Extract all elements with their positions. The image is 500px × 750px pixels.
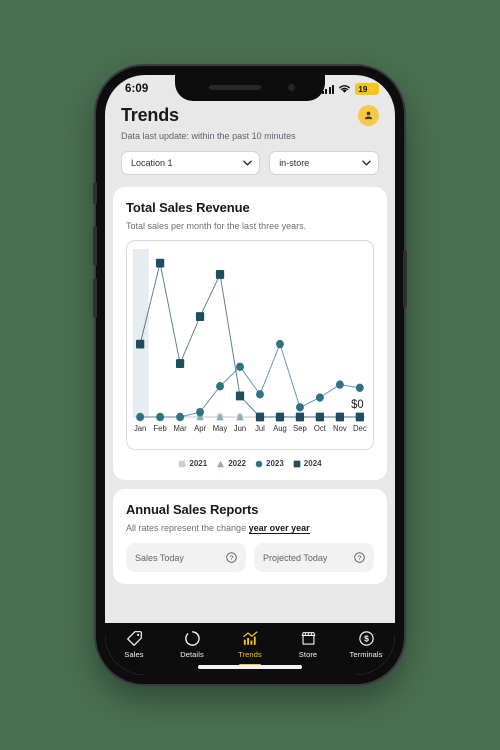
bottom-tab-bar: Sales Details Trends Store $ Terminals: [105, 623, 395, 675]
channel-select[interactable]: in-store: [269, 151, 379, 175]
revenue-chart-svg: $0 Jan Feb Mar Apr May Jun Jul Aug Sep Oct Nov Dec: [132, 249, 367, 433]
legend-label-2022: 2022: [228, 459, 246, 468]
volume-up-button[interactable]: [93, 226, 97, 266]
svg-text:Jul: Jul: [255, 424, 265, 433]
battery-level-label: 19: [358, 84, 368, 94]
svg-text:Apr: Apr: [194, 424, 206, 433]
tab-details[interactable]: Details: [163, 630, 221, 659]
tab-trends-label: Trends: [238, 650, 262, 659]
annual-tile-row: Sales Today ? Projected Today ?: [126, 543, 374, 572]
header-row: Trends: [121, 105, 379, 126]
page-title: Trends: [121, 105, 179, 125]
page-header: Trends Data last update: within the past…: [105, 103, 395, 141]
bar-chart-trend-icon: [242, 631, 258, 645]
chart-legend: 2021 2022 2023 2024: [126, 459, 374, 468]
person-glyph: [364, 111, 373, 120]
legend-item-2024[interactable]: 2024: [293, 459, 322, 468]
svg-text:Jan: Jan: [134, 424, 146, 433]
tab-sales[interactable]: Sales: [105, 630, 163, 659]
tile-projected-today[interactable]: Projected Today ?: [254, 543, 374, 572]
silent-switch[interactable]: [93, 182, 97, 204]
app-container: 6:09 19 ⚡ Trends Data last update: withi…: [105, 75, 395, 675]
volume-down-button[interactable]: [93, 278, 97, 318]
svg-text:$: $: [364, 634, 369, 644]
scroll-spacer: [105, 584, 395, 602]
svg-text:Feb: Feb: [153, 424, 167, 433]
location-select[interactable]: Location 1: [121, 151, 261, 175]
tile-sales-today[interactable]: Sales Today ?: [126, 543, 246, 572]
svg-text:Mar: Mar: [173, 424, 187, 433]
annual-subtitle-prefix: All rates represent the change: [126, 523, 249, 533]
channel-select-value: in-store: [279, 158, 310, 168]
dollar-circle-icon: $: [358, 631, 374, 646]
chevron-down-icon: [243, 160, 252, 166]
revenue-chart[interactable]: $0 Jan Feb Mar Apr May Jun Jul Aug Sep Oct Nov Dec: [126, 240, 374, 450]
legend-label-2021: 2021: [189, 459, 208, 468]
scroll-area[interactable]: Trends Data last update: within the past…: [105, 103, 395, 623]
legend-item-2023[interactable]: 2023: [255, 459, 284, 468]
legend-label-2024: 2024: [303, 459, 322, 468]
phone-device-frame: 6:09 19 ⚡ Trends Data last update: withi…: [93, 66, 407, 684]
tile-projected-today-label: Projected Today: [263, 552, 328, 563]
annual-card-title: Annual Sales Reports: [126, 502, 259, 517]
svg-text:Sep: Sep: [293, 424, 307, 433]
revenue-card-subtitle: Total sales per month for the last three…: [126, 221, 307, 231]
legend-marker-circle-icon: [255, 460, 263, 467]
svg-text:?: ?: [358, 555, 362, 562]
legend-marker-triangle-icon: [217, 460, 225, 467]
tab-details-label: Details: [180, 650, 204, 659]
legend-item-2021[interactable]: 2021: [178, 459, 207, 468]
svg-text:?: ?: [230, 555, 234, 562]
screenshot-root: 6:09 19 ⚡ Trends Data last update: withi…: [0, 0, 500, 750]
power-button[interactable]: [403, 250, 407, 308]
tab-terminals[interactable]: $ Terminals: [337, 630, 395, 659]
legend-label-2023: 2023: [266, 459, 284, 468]
wifi-icon: [339, 85, 351, 93]
battery-bolt-glyph: ⚡: [367, 86, 376, 93]
tab-terminals-label: Terminals: [349, 650, 383, 659]
annual-subtitle-emphasis: year over year: [248, 523, 310, 534]
tab-trends[interactable]: Trends: [221, 630, 279, 666]
device-notch: [175, 75, 325, 101]
user-avatar-icon[interactable]: [358, 105, 379, 126]
svg-text:Aug: Aug: [273, 424, 287, 433]
annual-sales-reports-card: Annual Sales Reports All rates represent…: [113, 489, 387, 584]
total-sales-revenue-card: Total Sales Revenue Total sales per mont…: [113, 187, 387, 480]
legend-marker-square-icon: [293, 460, 301, 467]
svg-text:Dec: Dec: [353, 424, 367, 433]
svg-text:Oct: Oct: [314, 424, 327, 433]
earpiece-speaker: [209, 85, 261, 90]
legend-item-2022[interactable]: 2022: [216, 459, 246, 468]
filter-row: Location 1 in-store: [105, 141, 395, 187]
storefront-icon: [301, 632, 315, 645]
chevron-down-icon: [362, 160, 371, 166]
tile-sales-today-label: Sales Today: [135, 552, 184, 563]
tag-icon: [126, 631, 142, 646]
question-mark-circle-icon[interactable]: ?: [354, 552, 365, 563]
legend-marker-square-icon: [179, 460, 186, 467]
front-camera: [288, 84, 295, 91]
home-indicator[interactable]: [198, 665, 302, 669]
svg-text:$0: $0: [351, 398, 364, 411]
phone-screen: 6:09 19 ⚡ Trends Data last update: withi…: [105, 75, 395, 675]
status-indicators: 19 ⚡: [321, 83, 379, 95]
svg-text:May: May: [213, 424, 228, 433]
donut-chart-icon: [184, 631, 200, 646]
tab-store-label: Store: [298, 650, 318, 659]
svg-text:Nov: Nov: [333, 424, 347, 433]
tab-sales-label: Sales: [124, 650, 144, 659]
status-clock: 6:09: [125, 83, 149, 95]
tab-store[interactable]: Store: [279, 630, 337, 659]
revenue-card-title: Total Sales Revenue: [126, 200, 250, 215]
location-select-value: Location 1: [131, 158, 173, 168]
battery-charging-icon: 19 ⚡: [355, 83, 379, 95]
annual-card-subtitle: All rates represent the change year over…: [126, 523, 374, 534]
svg-text:Jun: Jun: [234, 424, 246, 433]
last-update-text: Data last update: within the past 10 min…: [121, 131, 296, 141]
question-mark-circle-icon[interactable]: ?: [226, 552, 237, 563]
